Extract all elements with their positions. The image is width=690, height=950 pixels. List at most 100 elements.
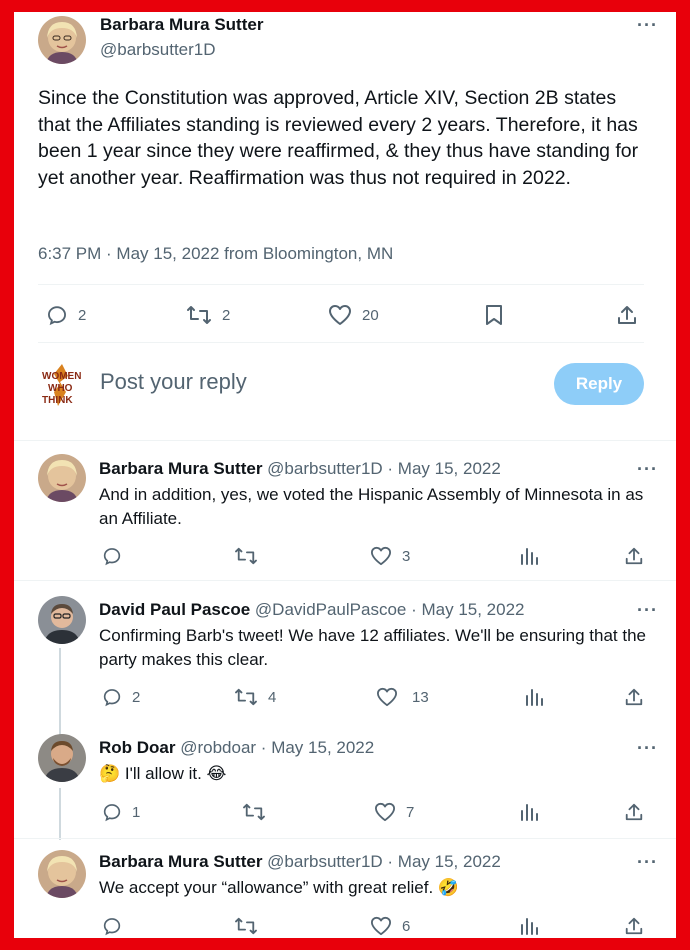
reply-button[interactable]: 2 <box>102 687 140 707</box>
retweet-icon <box>235 688 257 706</box>
logo-text: WHO <box>48 383 73 394</box>
reply-author-name[interactable]: David Paul Pascoe <box>99 600 250 619</box>
reply-header: Rob Doar @robdoar · May 15, 2022 <box>99 738 374 758</box>
tweet-frame: Barbara Mura Sutter @barbsutter1D ··· Si… <box>14 12 676 938</box>
share-button[interactable] <box>624 916 644 936</box>
like-count: 20 <box>362 306 379 324</box>
tweet-text: Since the Constitution was approved, Art… <box>38 87 639 189</box>
reply-button[interactable]: 1 <box>102 802 140 822</box>
bookmark-button[interactable] <box>484 304 504 326</box>
views-button[interactable] <box>519 546 539 566</box>
author-avatar[interactable] <box>38 16 86 64</box>
views-icon <box>521 548 538 565</box>
views-button[interactable] <box>519 802 539 822</box>
author-handle[interactable]: @barbsutter1D <box>100 40 216 60</box>
retweet-button[interactable] <box>234 916 268 936</box>
logo-text: THINK <box>42 395 73 406</box>
like-button[interactable]: 6 <box>370 916 410 936</box>
reply-author-handle[interactable]: @robdoar · May 15, 2022 <box>180 738 374 757</box>
retweet-icon <box>235 547 257 565</box>
like-count: 3 <box>402 547 411 565</box>
reply-text: We accept your “allowance” with great re… <box>99 878 460 897</box>
retweet-button[interactable]: 2 <box>186 304 230 326</box>
reply-author-handle[interactable]: @barbsutter1D · May 15, 2022 <box>267 852 501 871</box>
reply-avatar[interactable] <box>38 850 86 898</box>
share-icon <box>625 803 643 821</box>
reply-header: Barbara Mura Sutter @barbsutter1D · May … <box>99 459 501 479</box>
reply-button[interactable]: 2 <box>46 304 86 326</box>
heart-icon <box>370 546 391 566</box>
heart-icon <box>329 305 351 325</box>
reply-icon <box>103 918 121 936</box>
share-button[interactable] <box>624 687 644 707</box>
reply-author-handle[interactable]: @DavidPaulPascoe · May 15, 2022 <box>255 600 525 619</box>
reply-count: 2 <box>78 306 87 324</box>
reply-icon <box>103 689 121 707</box>
like-button[interactable]: 7 <box>374 802 414 822</box>
share-button[interactable] <box>616 304 638 326</box>
reply-avatar[interactable] <box>38 454 86 502</box>
like-button[interactable]: 3 <box>370 546 410 566</box>
heart-icon <box>374 802 395 822</box>
reply-count: 2 <box>132 688 141 706</box>
share-icon <box>625 917 643 935</box>
thread-line <box>59 788 61 840</box>
reply-button[interactable] <box>102 916 132 936</box>
views-icon <box>521 918 538 935</box>
like-count: 13 <box>412 688 429 706</box>
retweet-button[interactable] <box>242 802 276 822</box>
heart-icon <box>376 687 397 707</box>
reply-icon <box>48 306 66 326</box>
retweet-count: 4 <box>268 688 277 706</box>
more-options-icon[interactable]: ··· <box>637 738 658 759</box>
thread-line <box>59 648 61 744</box>
more-options-icon[interactable]: ··· <box>637 600 658 621</box>
views-button[interactable] <box>519 916 539 936</box>
divider <box>38 342 644 343</box>
share-icon <box>625 688 643 706</box>
divider <box>14 580 676 581</box>
retweet-button[interactable]: 4 <box>234 687 276 707</box>
reply-avatar[interactable] <box>38 596 86 644</box>
divider <box>14 440 676 441</box>
more-options-icon[interactable]: ··· <box>637 459 658 480</box>
retweet-icon <box>235 917 257 935</box>
reply-text: 🤔 I'll allow it. 😂 <box>99 764 227 783</box>
reply-header: David Paul Pascoe @DavidPaulPascoe · May… <box>99 600 525 620</box>
reply-author-name[interactable]: Rob Doar <box>99 738 176 757</box>
reply-button[interactable] <box>102 546 132 566</box>
retweet-count: 2 <box>222 306 231 324</box>
author-name[interactable]: Barbara Mura Sutter <box>100 15 263 35</box>
heart-icon <box>370 916 391 936</box>
bookmark-icon <box>486 305 502 325</box>
reply-count: 1 <box>132 803 141 821</box>
like-button[interactable]: 13 <box>376 687 429 707</box>
more-options-icon[interactable]: ··· <box>637 852 658 873</box>
reply-author-handle[interactable]: @barbsutter1D · May 15, 2022 <box>267 459 501 478</box>
retweet-icon <box>187 306 211 324</box>
divider <box>14 838 676 839</box>
reply-input[interactable]: Post your reply <box>100 369 247 395</box>
reply-avatar[interactable] <box>38 734 86 782</box>
reply-submit-button[interactable]: Reply <box>554 363 644 405</box>
views-button[interactable] <box>524 687 544 707</box>
like-button[interactable]: 20 <box>328 304 379 326</box>
views-icon <box>521 804 538 821</box>
divider <box>38 284 644 285</box>
reply-icon <box>103 804 121 822</box>
retweet-icon <box>243 803 265 821</box>
reply-icon <box>103 548 121 566</box>
reply-author-name[interactable]: Barbara Mura Sutter <box>99 459 262 478</box>
reply-text: And in addition, yes, we voted the Hispa… <box>99 485 644 528</box>
share-icon <box>618 306 636 324</box>
like-count: 7 <box>406 803 415 821</box>
reply-header: Barbara Mura Sutter @barbsutter1D · May … <box>99 852 501 872</box>
retweet-button[interactable] <box>234 546 268 566</box>
share-button[interactable] <box>624 802 644 822</box>
share-button[interactable] <box>624 546 644 566</box>
user-avatar[interactable]: WOMEN WHO THINK <box>38 362 86 410</box>
logo-text: WOMEN <box>42 371 81 382</box>
more-options-icon[interactable]: ··· <box>637 15 658 36</box>
views-icon <box>526 689 543 706</box>
reply-author-name[interactable]: Barbara Mura Sutter <box>99 852 262 871</box>
